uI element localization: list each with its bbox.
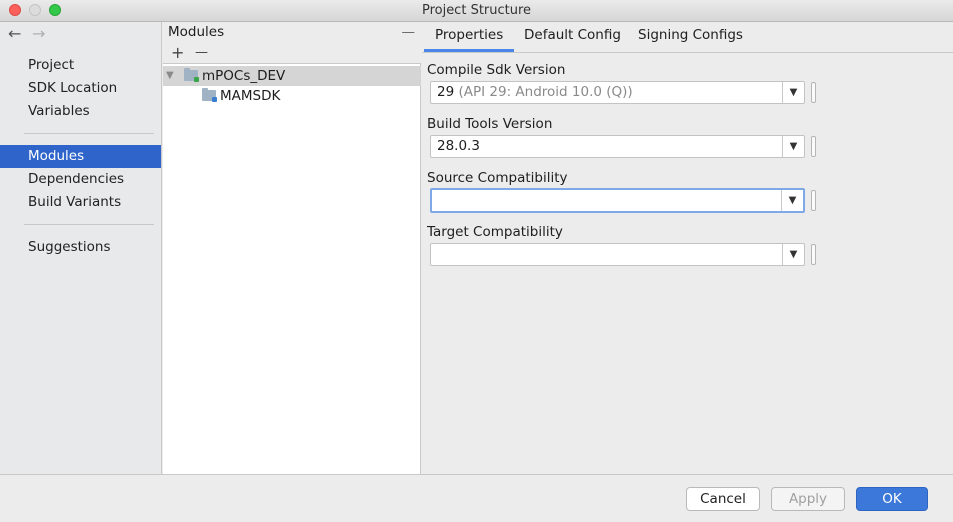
tree-item-label: MAMSDK bbox=[220, 88, 281, 104]
target-compatibility-combobox[interactable]: ▼ bbox=[430, 243, 805, 266]
tab-bar: Properties Default Config Signing Config… bbox=[422, 22, 953, 53]
chevron-down-icon[interactable]: ▼ bbox=[782, 82, 804, 103]
target-compatibility-variable-button[interactable] bbox=[811, 244, 816, 265]
history-navigation: ← → bbox=[8, 24, 56, 43]
arrow-left-icon[interactable]: ← bbox=[8, 24, 32, 43]
sidebar-item-dependencies[interactable]: Dependencies bbox=[0, 168, 161, 191]
sidebar-divider bbox=[24, 133, 154, 134]
collapse-panel-icon[interactable]: — bbox=[402, 22, 416, 42]
compile-sdk-combobox[interactable]: 29 (API 29: Android 10.0 (Q)) ▼ bbox=[430, 81, 805, 104]
modules-header: Modules — bbox=[163, 22, 421, 42]
app-module-folder-icon bbox=[184, 68, 199, 82]
compile-sdk-label: Compile Sdk Version bbox=[427, 62, 566, 78]
sidebar-item-modules[interactable]: Modules bbox=[0, 145, 161, 168]
sidebar-item-sdk-location[interactable]: SDK Location bbox=[0, 77, 161, 100]
ok-button[interactable]: OK bbox=[856, 487, 928, 511]
modules-toolbar: + — bbox=[163, 42, 421, 64]
chevron-down-icon[interactable]: ▼ bbox=[782, 244, 804, 265]
tab-default-config[interactable]: Default Config bbox=[513, 22, 632, 52]
source-compatibility-variable-button[interactable] bbox=[811, 190, 816, 211]
compile-sdk-variable-button[interactable] bbox=[811, 82, 816, 103]
add-module-button[interactable]: + bbox=[171, 43, 184, 62]
cancel-button[interactable]: Cancel bbox=[686, 487, 760, 511]
window-title: Project Structure bbox=[421, 3, 532, 18]
sidebar-item-suggestions[interactable]: Suggestions bbox=[0, 236, 161, 259]
sidebar-divider bbox=[24, 224, 154, 225]
project-structure-window: Project Structure ← → Project SDK Locatio… bbox=[0, 0, 953, 522]
expand-triangle-icon[interactable]: ▼ bbox=[166, 66, 174, 86]
target-compatibility-label: Target Compatibility bbox=[427, 224, 563, 240]
build-tools-value: 28.0.3 bbox=[437, 138, 480, 154]
tree-item-mpocs-dev[interactable]: ▼ mPOCs_DEV bbox=[163, 66, 421, 86]
modules-header-label: Modules bbox=[168, 24, 225, 40]
tree-item-mamsdk[interactable]: MAMSDK bbox=[163, 86, 421, 106]
tree-item-label: mPOCs_DEV bbox=[202, 68, 286, 84]
title-bar: Project Structure bbox=[0, 0, 953, 22]
arrow-right-icon[interactable]: → bbox=[32, 24, 56, 43]
module-settings-panel: Properties Default Config Signing Config… bbox=[422, 22, 953, 474]
build-tools-variable-button[interactable] bbox=[811, 136, 816, 157]
source-compatibility-label: Source Compatibility bbox=[427, 170, 568, 186]
compile-sdk-hint: (API 29: Android 10.0 (Q)) bbox=[458, 84, 633, 100]
sidebar-item-project[interactable]: Project bbox=[0, 54, 161, 77]
sidebar: ← → Project SDK Location Variables Module… bbox=[0, 22, 162, 474]
sidebar-item-build-variants[interactable]: Build Variants bbox=[0, 191, 161, 214]
build-tools-label: Build Tools Version bbox=[427, 116, 553, 132]
build-tools-combobox[interactable]: 28.0.3 ▼ bbox=[430, 135, 805, 158]
modules-panel: Modules — + — ▼ mPOCs_DEV MAMSDK bbox=[163, 22, 421, 474]
apply-button[interactable]: Apply bbox=[771, 487, 845, 511]
sidebar-item-variables[interactable]: Variables bbox=[0, 100, 161, 123]
compile-sdk-value: 29 bbox=[437, 84, 455, 100]
source-compatibility-combobox[interactable]: ▼ bbox=[430, 188, 805, 213]
chevron-down-icon[interactable]: ▼ bbox=[781, 190, 803, 211]
remove-module-button[interactable]: — bbox=[195, 45, 208, 60]
tab-properties[interactable]: Properties bbox=[424, 22, 515, 52]
dialog-footer: Cancel Apply OK bbox=[0, 474, 953, 522]
library-module-folder-icon bbox=[202, 88, 217, 102]
chevron-down-icon[interactable]: ▼ bbox=[782, 136, 804, 157]
tab-signing-configs[interactable]: Signing Configs bbox=[627, 22, 754, 52]
